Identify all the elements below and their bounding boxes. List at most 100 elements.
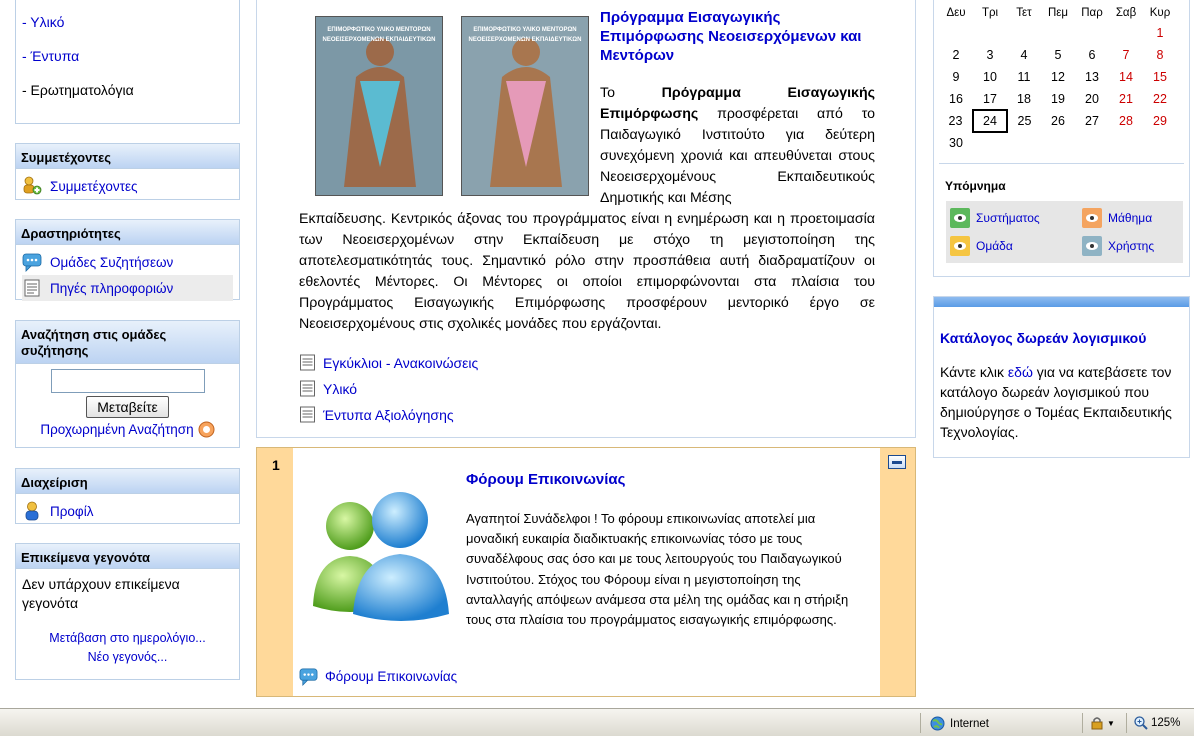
collapse-topic-icon[interactable] bbox=[888, 455, 906, 469]
free-software-title[interactable]: Κατάλογος δωρεάν λογισμικού bbox=[940, 330, 1146, 346]
weekday-sun: Κυρ bbox=[1149, 7, 1171, 19]
help-icon[interactable] bbox=[198, 421, 215, 438]
chevron-down-icon: ▼ bbox=[1107, 718, 1115, 728]
calendar-day[interactable]: 19 bbox=[1041, 88, 1075, 110]
free-software-block: Κατάλογος δωρεάν λογισμικού Κάντε κλικ ε… bbox=[933, 296, 1190, 458]
forum-topic: 1 Φόρουμ Επικοινωνίας Αγαπητοί Συνάδελφο… bbox=[256, 447, 916, 697]
calendar-day[interactable]: 28 bbox=[1109, 110, 1143, 132]
advanced-search-label[interactable]: Προχωρημένη Αναζήτηση bbox=[40, 422, 193, 437]
status-separator bbox=[920, 713, 921, 733]
calendar-day[interactable]: 18 bbox=[1007, 88, 1041, 110]
calendar-day[interactable]: 7 bbox=[1109, 44, 1143, 66]
calendar-day[interactable]: 26 bbox=[1041, 110, 1075, 132]
calendar-day[interactable]: 4 bbox=[1007, 44, 1041, 66]
forum-link-label[interactable]: Φόρουμ Επικοινωνίας bbox=[325, 669, 457, 684]
calendar-day[interactable]: 25 bbox=[1007, 110, 1041, 132]
calendar-day[interactable]: 17 bbox=[973, 88, 1007, 110]
menu-item-questionnaires[interactable]: - Ερωτηματολόγια bbox=[22, 82, 233, 112]
calendar-week: 1 bbox=[939, 22, 1177, 44]
resource-circulars-label[interactable]: Εγκύκλιοι - Ανακοινώσεις bbox=[323, 355, 478, 371]
status-separator bbox=[1126, 713, 1127, 733]
calendar-day[interactable]: 16 bbox=[939, 88, 973, 110]
chat-bubble-icon bbox=[299, 668, 318, 686]
calendar-block: Δευ Τρι Τετ Πεμ Παρ Σαβ Κυρ 1 2 3 4 5 6 … bbox=[933, 0, 1190, 277]
goto-calendar-link[interactable]: Μετάβαση στο ημερολόγιο... bbox=[22, 629, 233, 648]
calendar-day[interactable]: 30 bbox=[939, 132, 973, 154]
calendar-day-today[interactable]: 24 bbox=[972, 109, 1008, 133]
calendar-day bbox=[1041, 22, 1075, 44]
participants-block-title: Συμμετέχοντες bbox=[16, 144, 239, 169]
calendar-day bbox=[973, 22, 1007, 44]
calendar-day[interactable]: 20 bbox=[1075, 88, 1109, 110]
new-event-link[interactable]: Νέο γεγονός... bbox=[22, 648, 233, 667]
document-icon bbox=[300, 354, 315, 371]
legend-group[interactable]: Ομάδα bbox=[950, 236, 1013, 256]
program-poster-image-1: ΕΠΙΜΟΡΦΩΤΙΚΟ ΥΛΙΚΟ ΜΕΝΤΟΡΩΝ ΝΕΟΕΙΣΕΡΧΟΜΕ… bbox=[315, 16, 443, 196]
legend-group-label[interactable]: Ομάδα bbox=[976, 239, 1013, 253]
calendar-day[interactable]: 5 bbox=[1041, 44, 1075, 66]
security-zone[interactable]: Internet bbox=[930, 716, 989, 731]
search-go-button[interactable]: Μεταβείτε bbox=[86, 396, 169, 418]
calendar-day[interactable]: 12 bbox=[1041, 66, 1075, 88]
status-separator bbox=[1082, 713, 1083, 733]
program-description-bottom: Εκπαίδευσης. Κεντρικός άξονας του προγρά… bbox=[299, 211, 875, 332]
calendar-day[interactable]: 3 bbox=[973, 44, 1007, 66]
poster-2-header: ΕΠΙΜΟΡΦΩΤΙΚΟ ΥΛΙΚΟ ΜΕΝΤΟΡΩΝ ΝΕΟΕΙΣΕΡΧΟΜΕ… bbox=[468, 27, 582, 43]
resource-circulars[interactable]: Εγκύκλιοι - Ανακοινώσεις bbox=[299, 354, 478, 371]
resource-evaluation-forms-label[interactable]: Έντυπα Αξιολόγησης bbox=[323, 407, 454, 423]
legend-course-label[interactable]: Μάθημα bbox=[1108, 211, 1152, 225]
calendar-day[interactable]: 22 bbox=[1143, 88, 1177, 110]
zoom-control[interactable]: 125% bbox=[1134, 716, 1180, 730]
search-block-title: Αναζήτηση στις ομάδες συζήτησης bbox=[16, 321, 239, 364]
calendar-day[interactable]: 14 bbox=[1109, 66, 1143, 88]
activity-discussion-groups[interactable]: Ομάδες Συζητήσεων bbox=[22, 249, 233, 275]
calendar-day[interactable]: 1 bbox=[1143, 22, 1177, 44]
calendar-day[interactable]: 11 bbox=[1007, 66, 1041, 88]
lock-icon bbox=[1091, 717, 1103, 730]
legend-system-label[interactable]: Συστήματος bbox=[976, 211, 1040, 225]
calendar-day[interactable]: 8 bbox=[1143, 44, 1177, 66]
legend-course[interactable]: Μάθημα bbox=[1082, 208, 1152, 228]
calendar-day[interactable]: 2 bbox=[939, 44, 973, 66]
menu-item-forms[interactable]: - Έντυπα bbox=[22, 48, 233, 82]
calendar-day[interactable]: 9 bbox=[939, 66, 973, 88]
chat-bubble-icon bbox=[22, 253, 42, 272]
upcoming-events-title: Επικείμενα γεγονότα bbox=[16, 544, 239, 569]
activity-discussion-groups-label[interactable]: Ομάδες Συζητήσεων bbox=[50, 255, 173, 270]
legend-user[interactable]: Χρήστης bbox=[1082, 236, 1154, 256]
forum-link[interactable]: Φόρουμ Επικοινωνίας bbox=[299, 667, 457, 686]
program-title[interactable]: Πρόγραμμα Εισαγωγικής Επιμόρφωσης Νεοεισ… bbox=[600, 8, 875, 65]
calendar-day[interactable]: 13 bbox=[1075, 66, 1109, 88]
calendar-day[interactable]: 27 bbox=[1075, 110, 1109, 132]
profile-link[interactable]: Προφίλ bbox=[22, 498, 233, 524]
resource-material-label[interactable]: Υλικό bbox=[323, 381, 357, 397]
search-block: Αναζήτηση στις ομάδες συζήτησης Μεταβείτ… bbox=[15, 320, 240, 448]
resource-material[interactable]: Υλικό bbox=[299, 380, 357, 397]
menu-item-material[interactable]: - Υλικό bbox=[22, 14, 233, 48]
resource-evaluation-forms[interactable]: Έντυπα Αξιολόγησης bbox=[299, 406, 454, 423]
advanced-search-link[interactable]: Προχωρημένη Αναζήτηση bbox=[22, 421, 233, 438]
forum-description: Αγαπητοί Συνάδελφοι ! Το φόρουμ επικοινω… bbox=[466, 511, 849, 628]
program-description-top: Το Πρόγραμμα Εισαγωγικής Επιμόρφωσης προ… bbox=[600, 83, 875, 209]
calendar-week: 9 10 11 12 13 14 15 bbox=[939, 66, 1177, 88]
calendar-day[interactable]: 21 bbox=[1109, 88, 1143, 110]
calendar-day[interactable]: 6 bbox=[1075, 44, 1109, 66]
participants-block: Συμμετέχοντες Συμμετέχοντες bbox=[15, 143, 240, 200]
activity-information-sources-label[interactable]: Πηγές πληροφοριών bbox=[50, 281, 173, 296]
participants-link[interactable]: Συμμετέχοντες bbox=[22, 173, 233, 199]
protected-mode-dropdown[interactable]: ▼ bbox=[1090, 716, 1115, 730]
admin-block: Διαχείριση Προφίλ bbox=[15, 468, 240, 524]
forum-title[interactable]: Φόρουμ Επικοινωνίας bbox=[466, 471, 625, 488]
free-software-here-link[interactable]: εδώ bbox=[1008, 364, 1033, 380]
calendar-day[interactable]: 23 bbox=[939, 110, 973, 132]
activity-information-sources[interactable]: Πηγές πληροφοριών bbox=[22, 275, 233, 301]
calendar-day[interactable]: 10 bbox=[973, 66, 1007, 88]
calendar-day[interactable]: 29 bbox=[1143, 110, 1177, 132]
participants-link-label[interactable]: Συμμετέχοντες bbox=[50, 179, 138, 194]
calendar-day[interactable]: 15 bbox=[1143, 66, 1177, 88]
legend-user-label[interactable]: Χρήστης bbox=[1108, 239, 1154, 253]
forum-search-input[interactable] bbox=[50, 369, 205, 393]
profile-link-label[interactable]: Προφίλ bbox=[50, 504, 93, 519]
eye-icon bbox=[1082, 236, 1102, 256]
legend-system[interactable]: Συστήματος bbox=[950, 208, 1040, 228]
